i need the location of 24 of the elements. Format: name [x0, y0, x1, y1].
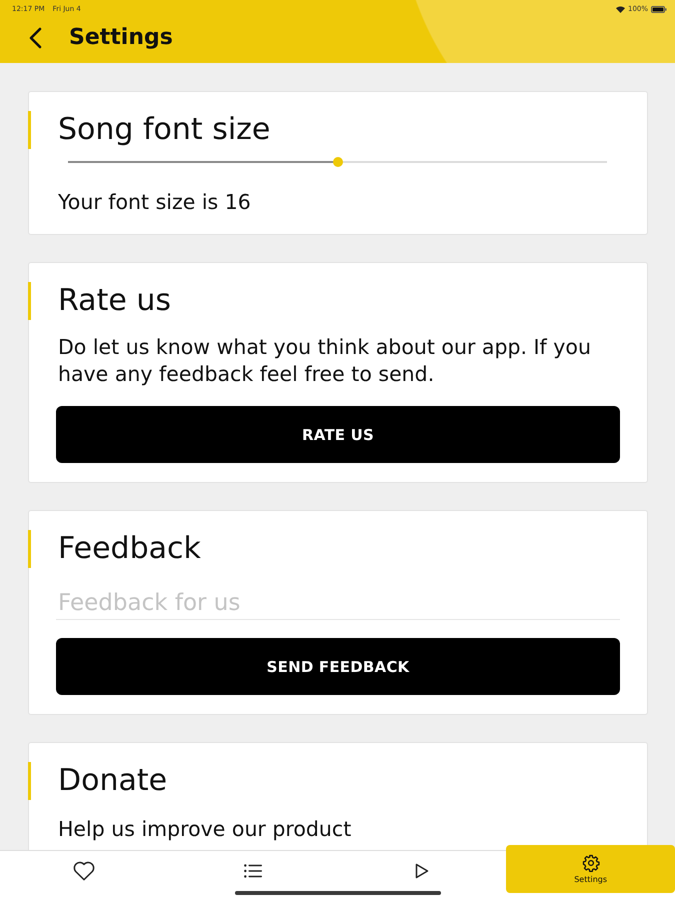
- screen-title: Settings: [69, 24, 173, 52]
- font-size-caption: Your font size is 16: [58, 189, 251, 215]
- accent-bar: [28, 111, 31, 149]
- nav-tab[interactable]: Settings: [506, 845, 675, 893]
- section-title: Feedback: [58, 530, 201, 568]
- accent-bar: [28, 762, 31, 800]
- list-icon: [244, 864, 262, 878]
- heart-icon: [73, 860, 96, 880]
- section-title: Song font size: [58, 111, 270, 149]
- rate-us-button[interactable]: RATE US: [56, 406, 620, 463]
- section-description: Help us improve our product: [58, 816, 352, 842]
- send-feedback-button[interactable]: SEND FEEDBACK: [56, 638, 620, 695]
- slider-thumb[interactable]: [332, 157, 342, 167]
- wifi-icon: [616, 6, 625, 12]
- section-title: Rate us: [58, 282, 171, 320]
- section-description: Do let us know what you think about our app. If you have any feedback feel free to send.: [58, 334, 592, 388]
- accent-bar: [28, 282, 31, 320]
- settings-icon: [582, 854, 600, 872]
- play-icon: [414, 862, 429, 878]
- battery-icon: [651, 6, 667, 12]
- section-title: Donate: [58, 762, 168, 800]
- back-icon[interactable]: [28, 27, 42, 49]
- feedback-input[interactable]: Feedback for us: [56, 587, 620, 620]
- accent-bar: [28, 530, 31, 568]
